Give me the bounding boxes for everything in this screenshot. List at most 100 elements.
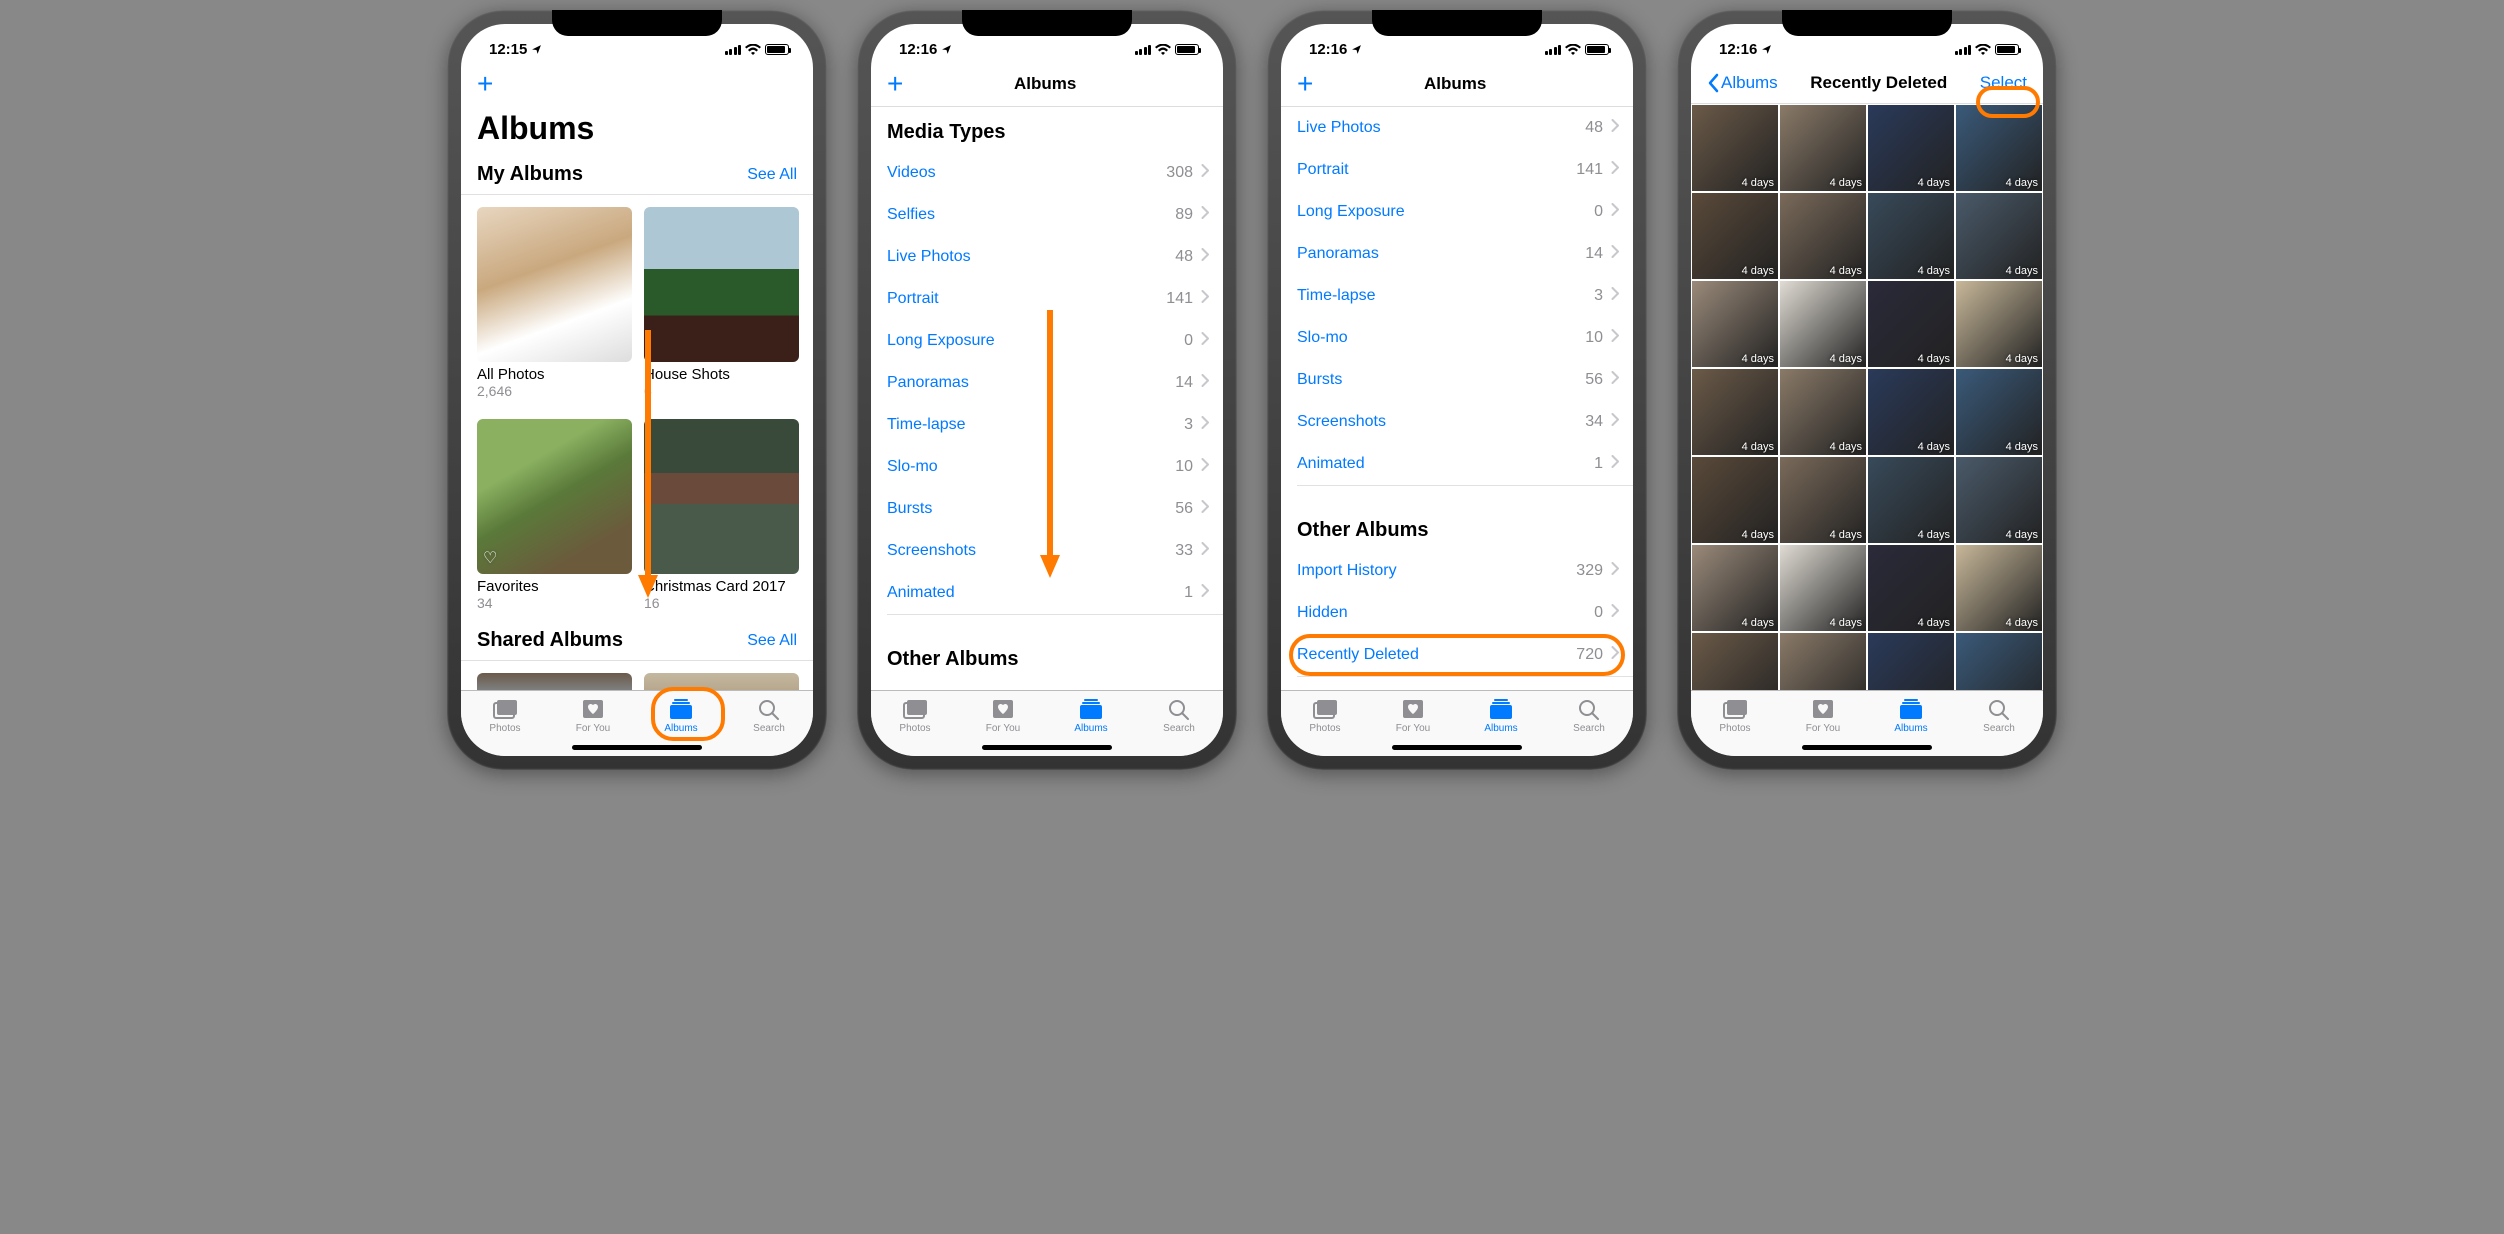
- deleted-photo-thumbnail[interactable]: 4 days: [1692, 633, 1778, 690]
- select-button[interactable]: Select: [1980, 73, 2027, 93]
- days-remaining-label: 4 days: [1830, 177, 1862, 189]
- signal-icon: [1135, 44, 1152, 55]
- deleted-photo-thumbnail[interactable]: 4 days: [1780, 369, 1866, 455]
- deleted-photo-thumbnail[interactable]: 4 days: [1868, 457, 1954, 543]
- deleted-photo-thumbnail[interactable]: 4 days: [1692, 105, 1778, 191]
- deleted-photo-thumbnail[interactable]: 4 days: [1692, 193, 1778, 279]
- shared-album[interactable]: [477, 673, 632, 690]
- signal-icon: [1545, 44, 1562, 55]
- other-hidden[interactable]: Hidden0: [1281, 592, 1633, 634]
- deleted-photo-thumbnail[interactable]: 4 days: [1956, 105, 2042, 191]
- deleted-photo-thumbnail[interactable]: 4 days: [1956, 369, 2042, 455]
- tab-photos[interactable]: Photos: [461, 697, 549, 734]
- home-indicator[interactable]: [1802, 745, 1932, 750]
- list-item-label: Portrait: [1297, 161, 1576, 179]
- deleted-photo-thumbnail[interactable]: 3 days: [1868, 633, 1954, 690]
- tab-search[interactable]: Search: [725, 697, 813, 734]
- list-item-count: 3: [1184, 416, 1193, 434]
- media-type-panoramas[interactable]: Panoramas14: [1281, 233, 1633, 275]
- back-button[interactable]: Albums: [1707, 73, 1778, 93]
- tab-for-you[interactable]: For You: [959, 697, 1047, 734]
- tab-search[interactable]: Search: [1955, 697, 2043, 734]
- tab-albums[interactable]: Albums: [637, 697, 725, 734]
- tab-photos[interactable]: Photos: [1691, 697, 1779, 734]
- tab-photos[interactable]: Photos: [1281, 697, 1369, 734]
- other-recently-deleted[interactable]: Recently Deleted720: [1281, 634, 1633, 676]
- media-type-videos[interactable]: Videos308: [871, 152, 1223, 194]
- deleted-photo-thumbnail[interactable]: 4 days: [1692, 457, 1778, 543]
- deleted-photo-thumbnail[interactable]: 4 days: [1956, 193, 2042, 279]
- deleted-photo-thumbnail[interactable]: 4 days: [1780, 105, 1866, 191]
- tab-albums[interactable]: Albums: [1457, 697, 1545, 734]
- tab-for-you[interactable]: For You: [549, 697, 637, 734]
- media-type-long-exposure[interactable]: Long Exposure0: [1281, 191, 1633, 233]
- album-christmas-card-2017[interactable]: Christmas Card 2017 16: [644, 419, 799, 611]
- tab-albums[interactable]: Albums: [1047, 697, 1135, 734]
- tab-photos[interactable]: Photos: [871, 697, 959, 734]
- tab-search[interactable]: Search: [1545, 697, 1633, 734]
- heart-icon: ♡: [483, 548, 497, 568]
- days-remaining-label: 4 days: [1742, 529, 1774, 541]
- shared-album[interactable]: [644, 673, 799, 690]
- media-type-live-photos[interactable]: Live Photos48: [1281, 107, 1633, 149]
- deleted-photo-thumbnail[interactable]: 4 days: [1780, 545, 1866, 631]
- chevron-right-icon: [1611, 455, 1619, 473]
- nav-bar: Albums Recently Deleted Select: [1691, 64, 2043, 104]
- deleted-photo-thumbnail[interactable]: 3 days: [1956, 633, 2042, 690]
- add-album-button[interactable]: +: [477, 70, 493, 98]
- album-favorites[interactable]: ♡ Favorites 34: [477, 419, 632, 611]
- list-item-count: 56: [1585, 371, 1603, 389]
- deleted-photo-thumbnail[interactable]: 4 days: [1780, 633, 1866, 690]
- media-type-portrait[interactable]: Portrait141: [1281, 149, 1633, 191]
- see-all-shared-albums[interactable]: See All: [747, 632, 797, 650]
- clock-time: 12:16: [1719, 41, 1757, 58]
- list-item-count: 56: [1175, 500, 1193, 518]
- deleted-photo-thumbnail[interactable]: 4 days: [1780, 193, 1866, 279]
- media-type-bursts[interactable]: Bursts56: [1281, 359, 1633, 401]
- home-indicator[interactable]: [1392, 745, 1522, 750]
- signal-icon: [725, 44, 742, 55]
- list-item-count: 34: [1585, 413, 1603, 431]
- deleted-photo-thumbnail[interactable]: 4 days: [1868, 193, 1954, 279]
- deleted-photo-thumbnail[interactable]: 4 days: [1692, 281, 1778, 367]
- media-type-slo-mo[interactable]: Slo-mo10: [1281, 317, 1633, 359]
- tab-albums[interactable]: Albums: [1867, 697, 1955, 734]
- chevron-right-icon: [1611, 646, 1619, 664]
- media-type-selfies[interactable]: Selfies89: [871, 194, 1223, 236]
- home-indicator[interactable]: [572, 745, 702, 750]
- deleted-photo-thumbnail[interactable]: 4 days: [1868, 281, 1954, 367]
- tab-for-you[interactable]: For You: [1369, 697, 1457, 734]
- location-icon: [1351, 44, 1362, 55]
- see-all-my-albums[interactable]: See All: [747, 166, 797, 184]
- deleted-photo-thumbnail[interactable]: 4 days: [1956, 457, 2042, 543]
- tab-search[interactable]: Search: [1135, 697, 1223, 734]
- days-remaining-label: 4 days: [1742, 441, 1774, 453]
- deleted-photo-thumbnail[interactable]: 4 days: [1868, 105, 1954, 191]
- home-indicator[interactable]: [982, 745, 1112, 750]
- add-album-button[interactable]: +: [887, 70, 903, 98]
- deleted-photo-thumbnail[interactable]: 4 days: [1780, 457, 1866, 543]
- media-type-animated[interactable]: Animated1: [1281, 443, 1633, 485]
- list-item-count: 33: [1175, 542, 1193, 560]
- album-house-shots[interactable]: House Shots 6: [644, 207, 799, 399]
- deleted-photo-thumbnail[interactable]: 4 days: [1692, 369, 1778, 455]
- deleted-photo-thumbnail[interactable]: 4 days: [1956, 545, 2042, 631]
- deleted-photo-thumbnail[interactable]: 4 days: [1956, 281, 2042, 367]
- tab-for-you[interactable]: For You: [1779, 697, 1867, 734]
- deleted-photo-thumbnail[interactable]: 4 days: [1868, 545, 1954, 631]
- chevron-right-icon: [1611, 119, 1619, 137]
- list-item-count: 0: [1594, 604, 1603, 622]
- days-remaining-label: 4 days: [2006, 529, 2038, 541]
- album-all-photos[interactable]: All Photos 2,646: [477, 207, 632, 399]
- deleted-photo-thumbnail[interactable]: 4 days: [1868, 369, 1954, 455]
- media-type-screenshots[interactable]: Screenshots34: [1281, 401, 1633, 443]
- add-album-button[interactable]: +: [1297, 70, 1313, 98]
- photo-row: 4 days4 days4 days4 days: [1691, 192, 2043, 280]
- days-remaining-label: 4 days: [2006, 353, 2038, 365]
- deleted-photo-thumbnail[interactable]: 4 days: [1780, 281, 1866, 367]
- deleted-photo-thumbnail[interactable]: 4 days: [1692, 545, 1778, 631]
- media-type-live-photos[interactable]: Live Photos48: [871, 236, 1223, 278]
- media-type-time-lapse[interactable]: Time-lapse3: [1281, 275, 1633, 317]
- list-item-label: Panoramas: [887, 374, 1175, 392]
- other-import-history[interactable]: Import History329: [1281, 550, 1633, 592]
